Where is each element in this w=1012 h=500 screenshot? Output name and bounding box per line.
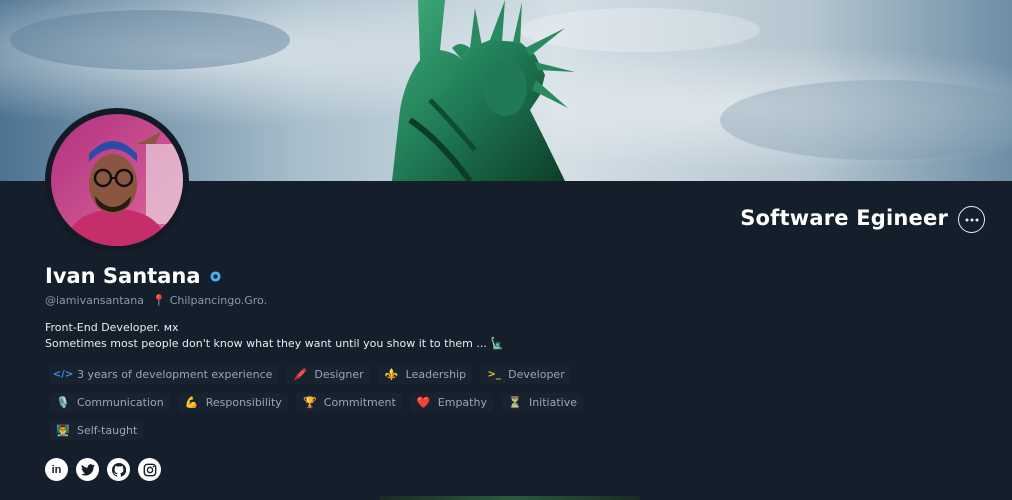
avatar[interactable] [45,108,189,252]
pencil-icon: 🖍️ [293,368,308,381]
name-row: Ivan Santana [45,264,221,288]
trophy-icon: 🏆 [302,396,317,409]
bottom-decoration [380,496,640,500]
fleur-de-lis-icon: ⚜️ [384,368,399,381]
profile-name: Ivan Santana [45,264,201,288]
teacher-icon: 👨‍🏫 [56,424,70,437]
badge-empathy[interactable]: ❤️ Empathy [409,393,493,412]
instagram-link[interactable] [138,458,161,481]
badge-label: Commitment [323,396,396,409]
linkedin-icon: in [51,463,62,476]
badge-commitment[interactable]: 🏆 Commitment [295,393,402,412]
profile-handle: @iamivansantana [45,294,144,307]
ellipsis-icon [965,218,978,221]
twitter-link[interactable] [76,458,99,481]
social-links: in [45,458,161,481]
role-title: Software Egineer [740,206,948,230]
badge-label: Developer [508,368,565,381]
code-icon: </> [52,369,74,380]
profile-location: Chilpancingo.Gro. [169,294,268,307]
terminal-icon: >_ [487,369,501,380]
badge-label: Self-taught [77,424,138,437]
badge-label: Communication [77,396,164,409]
twitter-icon [80,463,95,476]
badge-label: Empathy [437,396,487,409]
hourglass-icon: ⏳ [508,396,522,409]
github-icon [111,462,126,477]
github-link[interactable] [107,458,130,481]
badge-communication[interactable]: 🎙️ Communication [49,393,170,412]
badge-responsibility[interactable]: 💪 Responsibility [177,393,288,412]
flexed-biceps-icon: 💪 [184,396,199,409]
microphone-icon: 🎙️ [56,396,70,409]
linkedin-link[interactable]: in [45,458,68,481]
bio-line-1: Front-End Developer. ᴍx [45,321,179,334]
verified-icon [209,270,221,282]
more-options-button[interactable] [958,206,985,233]
instagram-icon [143,463,156,476]
profile-meta: @iamivansantana 📍 Chilpancingo.Gro. [45,294,267,307]
badge-designer[interactable]: 🖍️ Designer [286,365,370,384]
badge-self-taught[interactable]: 👨‍🏫 Self-taught [49,421,144,440]
badges-row-2: 🎙️ Communication 💪 Responsibility 🏆 Comm… [49,393,583,412]
badges-row-3: 👨‍🏫 Self-taught [49,421,144,440]
badge-label: Responsibility [205,396,282,409]
location-pin-icon: 📍 [152,294,166,307]
badge-label: 3 years of development experience [77,368,273,381]
badge-label: Leadership [405,368,467,381]
badge-leadership[interactable]: ⚜️ Leadership [377,365,473,384]
badges-row-1: </> 3 years of development experience 🖍️… [49,365,571,384]
badge-experience[interactable]: </> 3 years of development experience [49,365,279,384]
badge-label: Initiative [528,396,577,409]
heart-icon: ❤️ [416,396,431,409]
badge-initiative[interactable]: ⏳ Initiative [500,393,583,412]
badge-developer[interactable]: >_ Developer [480,365,571,384]
bio-line-2: Sometimes most people don't know what th… [45,337,505,350]
badge-label: Designer [314,368,364,381]
profile-bio: Front-End Developer. ᴍx Sometimes most p… [45,320,504,352]
